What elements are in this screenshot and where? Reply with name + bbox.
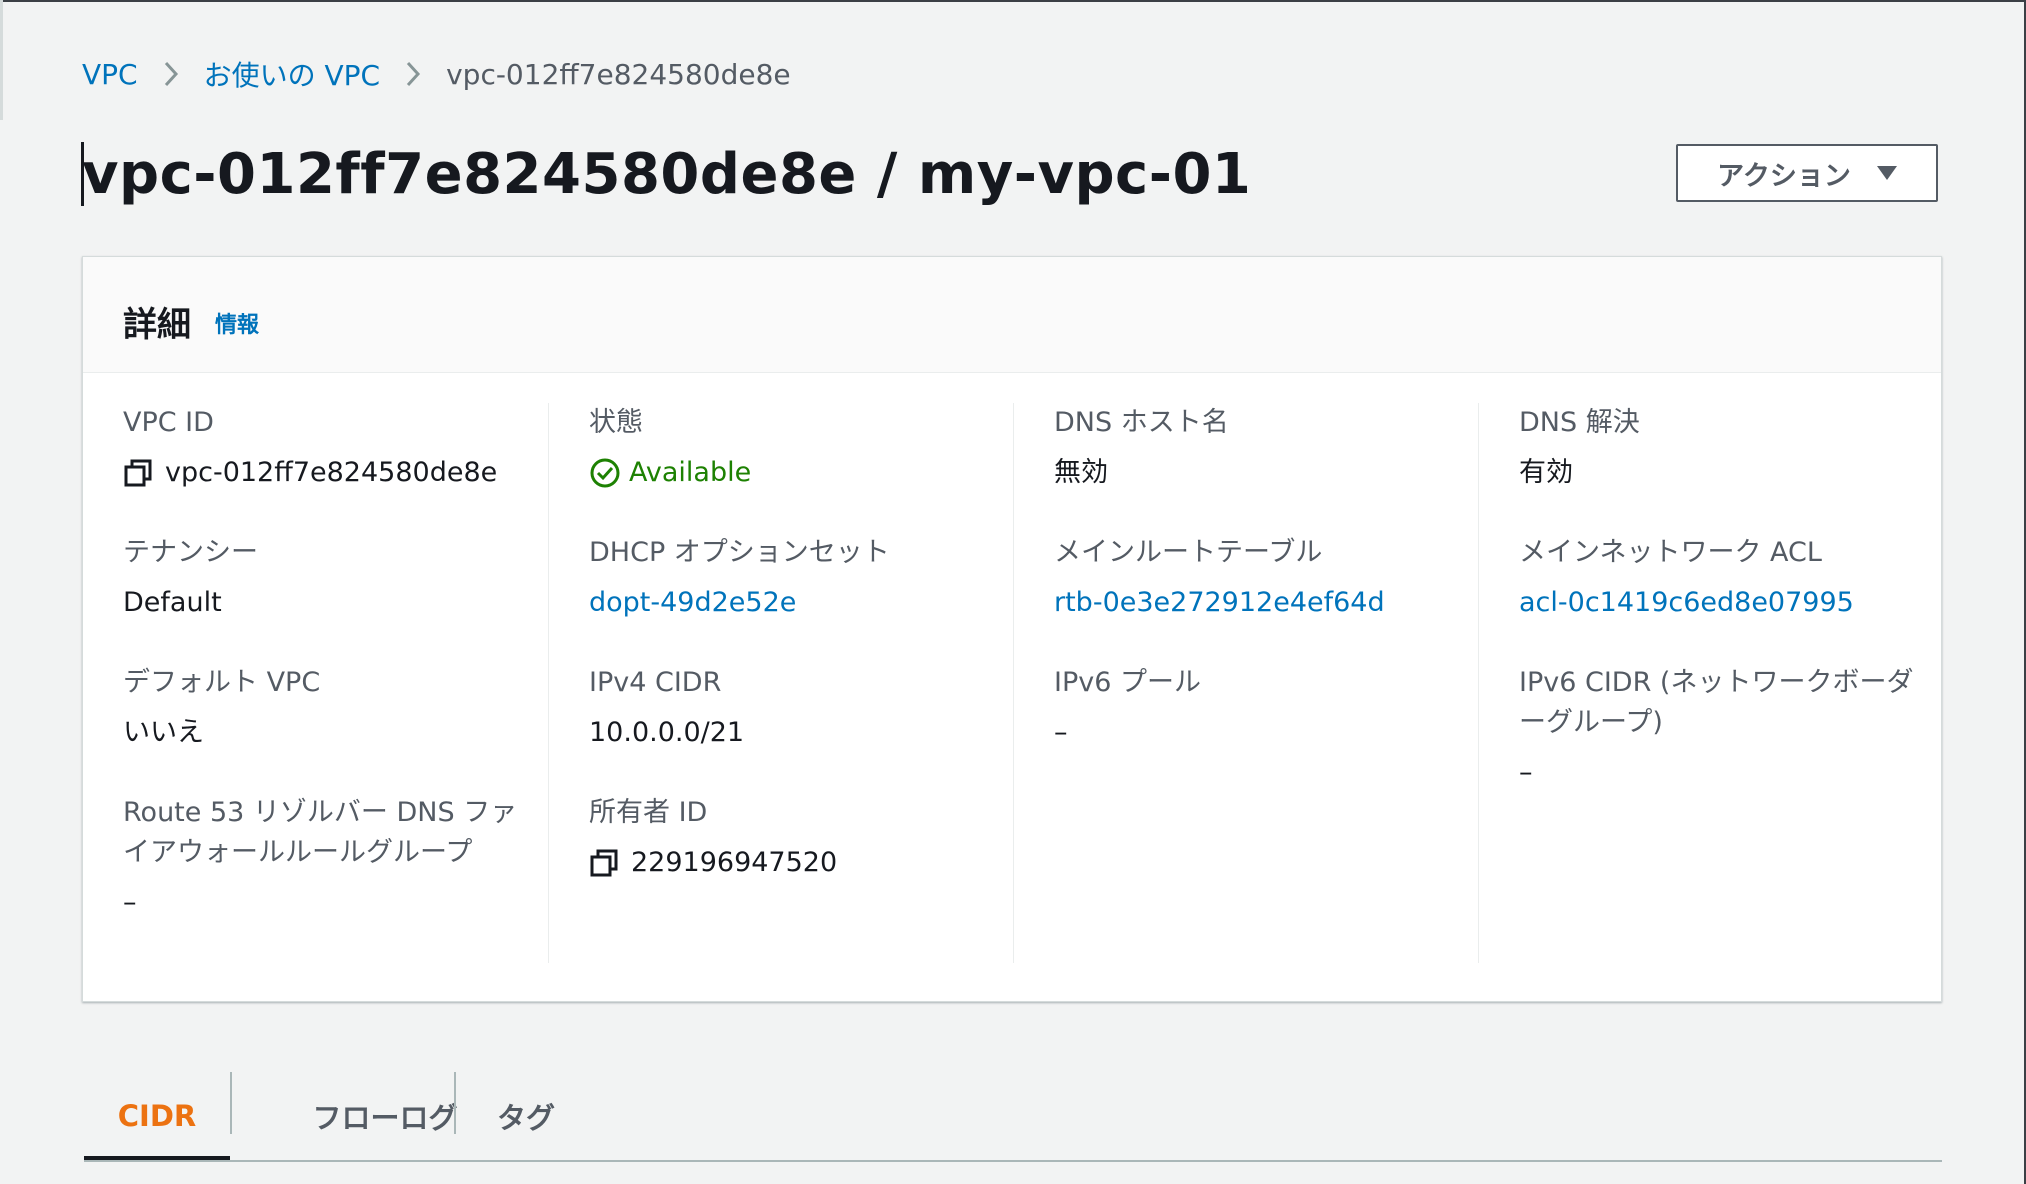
field-default-vpc: デフォルト VPC いいえ (123, 663, 543, 753)
details-column-4: DNS 解決 有効 メインネットワーク ACL acl-0c1419c6ed8e… (1479, 403, 1944, 963)
field-state: 状態 Available (589, 403, 1009, 493)
main-route-table-label: メインルートテーブル (1054, 537, 1323, 568)
state-value: Available (589, 453, 1009, 493)
field-route53-firewall: Route 53 リゾルバー DNS ファイアウォールルールグループ – (123, 793, 543, 923)
breadcrumb: VPC お使いの VPC vpc-012ff7e824580de8e (82, 54, 791, 94)
state-label: 状態 (589, 407, 643, 438)
ipv4-cidr-label: IPv4 CIDR (589, 667, 722, 698)
copy-icon[interactable] (589, 848, 619, 878)
details-title: 詳細 (123, 305, 191, 345)
owner-id-text: 229196947520 (631, 847, 838, 878)
field-main-network-acl: メインネットワーク ACL acl-0c1419c6ed8e07995 (1519, 533, 1939, 623)
copy-icon[interactable] (123, 458, 153, 488)
main-network-acl-link[interactable]: acl-0c1419c6ed8e07995 (1519, 583, 1939, 623)
field-dns-resolution: DNS 解決 有効 (1519, 403, 1939, 493)
default-vpc-label: デフォルト VPC (123, 667, 321, 698)
window-left-edge (0, 0, 3, 120)
breadcrumb-current: vpc-012ff7e824580de8e (446, 57, 791, 91)
caret-down-icon (1876, 166, 1897, 180)
status-success-icon (589, 457, 621, 489)
details-panel: 詳細 情報 VPC ID vpc-012ff7e824580de8e テナンシー… (82, 256, 1942, 1002)
field-ipv4-cidr: IPv4 CIDR 10.0.0.0/21 (589, 663, 1009, 753)
dns-resolution-label: DNS 解決 (1519, 407, 1640, 438)
dns-hostnames-label: DNS ホスト名 (1054, 407, 1229, 438)
ipv6-pool-value: – (1054, 717, 1068, 748)
info-link[interactable]: 情報 (215, 307, 259, 339)
actions-button-label: アクション (1717, 160, 1851, 192)
breadcrumb-vpc-link[interactable]: VPC (82, 58, 138, 91)
chevron-right-icon (380, 56, 446, 92)
ipv6-pool-label: IPv6 プール (1054, 667, 1201, 698)
details-column-2: 状態 Available DHCP オプションセット dopt-49d2e52e… (549, 403, 1014, 963)
state-text: Available (629, 457, 752, 488)
ipv6-cidr-label: IPv6 CIDR (ネットワークボーダーグループ) (1519, 667, 1914, 738)
dhcp-options-link[interactable]: dopt-49d2e52e (589, 583, 1009, 623)
vpc-id-value: vpc-012ff7e824580de8e (123, 453, 543, 493)
vpc-id-text: vpc-012ff7e824580de8e (165, 457, 498, 488)
tabs-baseline (84, 1160, 1942, 1162)
dns-hostnames-value: 無効 (1054, 457, 1108, 488)
ipv4-cidr-value: 10.0.0.0/21 (589, 717, 745, 748)
field-main-route-table: メインルートテーブル rtb-0e3e272912e4ef64d (1054, 533, 1474, 623)
ipv6-cidr-value: – (1519, 757, 1533, 788)
tab-tags[interactable]: タグ (456, 1072, 596, 1160)
default-vpc-value: いいえ (123, 717, 204, 748)
window-top-border (0, 0, 2026, 2)
dhcp-options-label: DHCP オプションセット (589, 537, 890, 568)
tenancy-label: テナンシー (123, 537, 258, 568)
details-column-1: VPC ID vpc-012ff7e824580de8e テナンシー Defau… (83, 403, 548, 963)
field-owner-id: 所有者 ID 229196947520 (589, 793, 1009, 883)
tenancy-value: Default (123, 587, 222, 618)
field-ipv6-cidr: IPv6 CIDR (ネットワークボーダーグループ) – (1519, 663, 1939, 793)
field-tenancy: テナンシー Default (123, 533, 543, 623)
field-vpc-id: VPC ID vpc-012ff7e824580de8e (123, 403, 543, 493)
dns-resolution-value: 有効 (1519, 457, 1573, 488)
main-route-table-link[interactable]: rtb-0e3e272912e4ef64d (1054, 583, 1474, 623)
tabs-bar: CIDR フローログ タグ (84, 1072, 1942, 1162)
route53-firewall-label: Route 53 リゾルバー DNS ファイアウォールルールグループ (123, 797, 518, 868)
field-dns-hostnames: DNS ホスト名 無効 (1054, 403, 1474, 493)
breadcrumb-your-vpcs-link[interactable]: お使いの VPC (204, 54, 381, 94)
actions-dropdown-button[interactable]: アクション (1676, 144, 1938, 202)
details-column-3: DNS ホスト名 無効 メインルートテーブル rtb-0e3e272912e4e… (1014, 403, 1479, 963)
page-title: vpc-012ff7e824580de8e / my-vpc-01 (82, 142, 1252, 207)
tab-cidr[interactable]: CIDR (84, 1072, 230, 1160)
details-panel-header: 詳細 情報 (83, 257, 1941, 373)
field-dhcp-options: DHCP オプションセット dopt-49d2e52e (589, 533, 1009, 623)
chevron-right-icon (138, 56, 204, 92)
field-ipv6-pool: IPv6 プール – (1054, 663, 1474, 753)
main-network-acl-label: メインネットワーク ACL (1519, 537, 1822, 568)
owner-id-label: 所有者 ID (589, 797, 708, 828)
route53-firewall-value: – (123, 887, 137, 918)
owner-id-value: 229196947520 (589, 843, 1009, 883)
vpc-id-label: VPC ID (123, 407, 214, 438)
